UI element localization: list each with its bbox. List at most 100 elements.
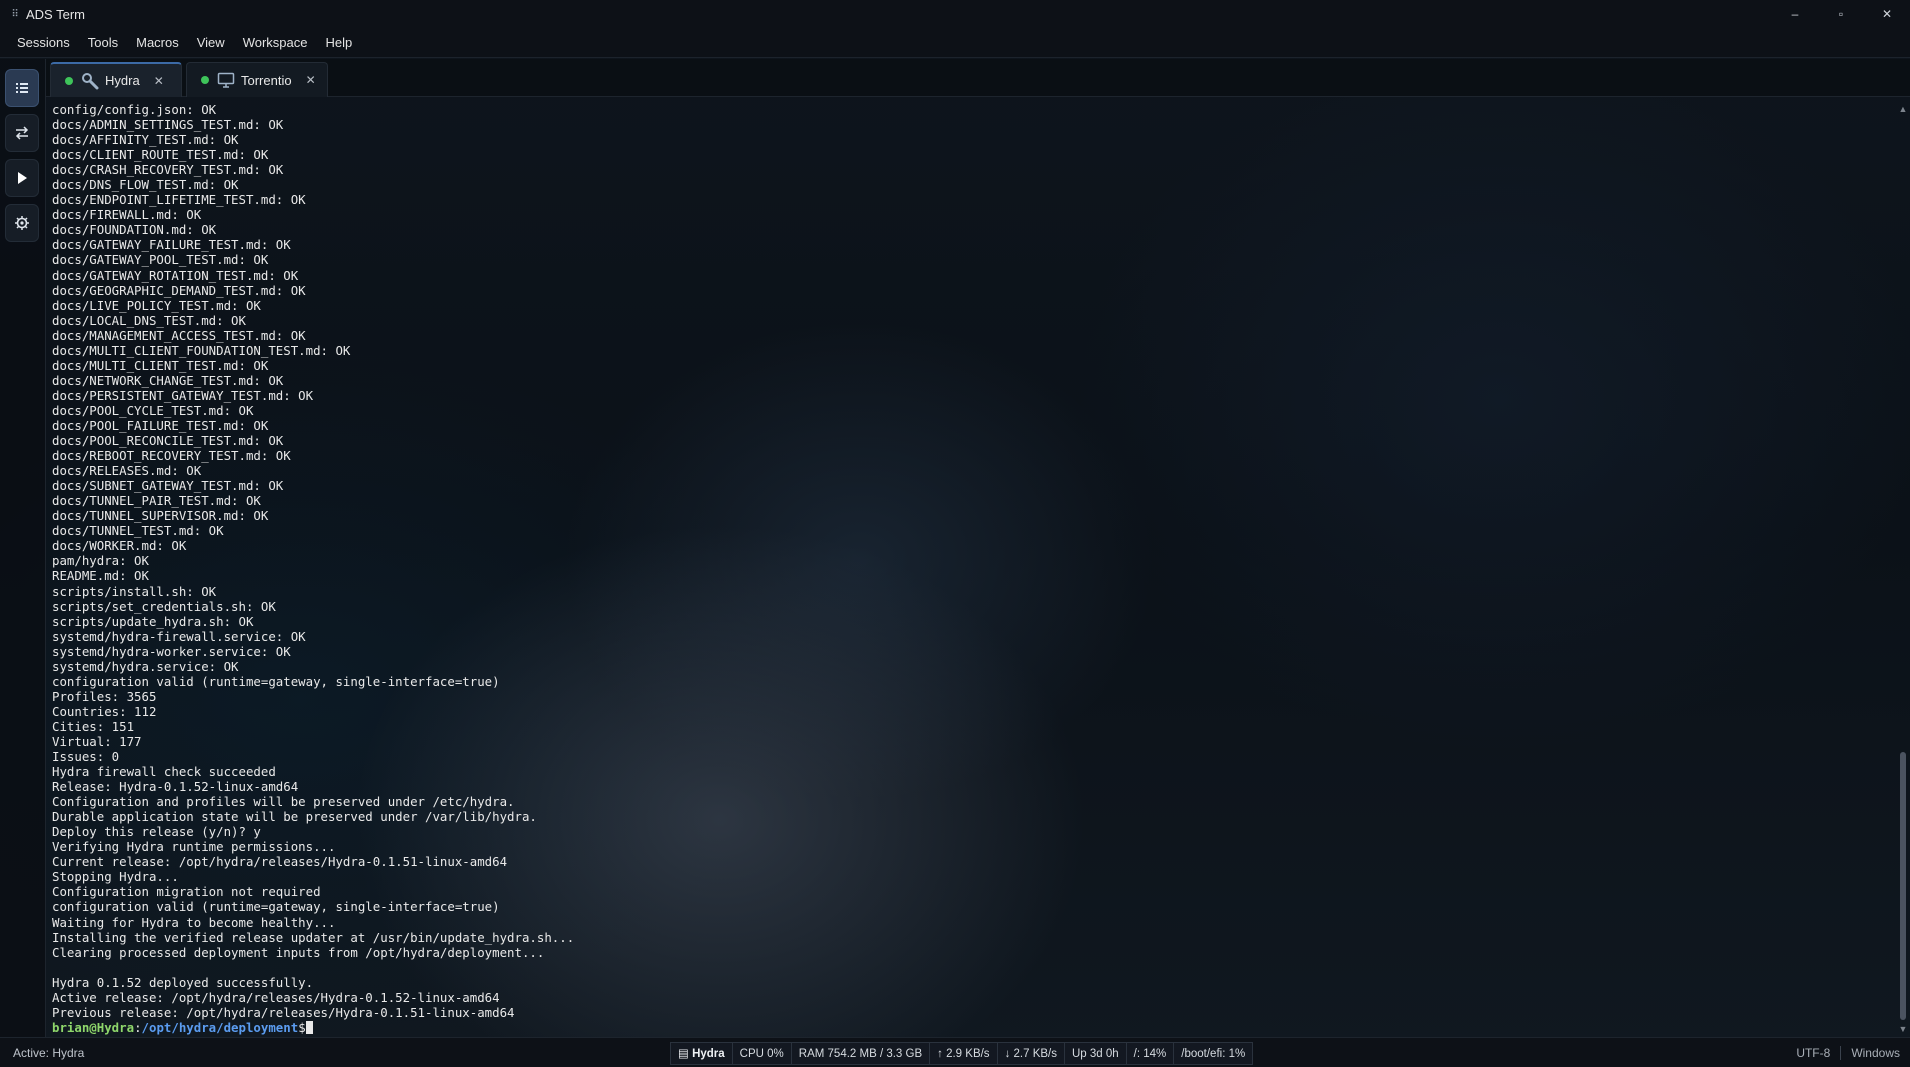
close-tab-icon[interactable]: ✕ (154, 74, 164, 88)
terminal-line: docs/REBOOT_RECOVERY_TEST.md: OK (52, 448, 291, 464)
terminal-line: docs/AFFINITY_TEST.md: OK (52, 132, 239, 148)
terminal-line: Virtual: 177 (52, 733, 142, 749)
terminal-line: docs/TUNNEL_TEST.md: OK (52, 523, 224, 539)
scroll-thumb[interactable] (1900, 752, 1906, 1020)
terminal-line: docs/MULTI_CLIENT_TEST.md: OK (52, 357, 269, 373)
terminal-line: docs/LOCAL_DNS_TEST.md: OK (52, 312, 246, 328)
terminal-line: docs/POOL_FAILURE_TEST.md: OK (52, 417, 269, 433)
terminal-line: docs/FIREWALL.md: OK (52, 207, 202, 223)
app-grid-icon: ⠿ (11, 8, 19, 20)
ram-stat: RAM 754.2 MB / 3.3 GB (791, 1042, 931, 1065)
encoding-status[interactable]: UTF-8 (1786, 1038, 1840, 1067)
terminal-output[interactable]: config/config.json: OK docs/ADMIN_SETTING… (52, 102, 1892, 1036)
terminal-line: docs/ADMIN_SETTINGS_TEST.md: OK (52, 117, 284, 133)
menu-macros[interactable]: Macros (127, 28, 188, 58)
terminal-line: systemd/hydra.service: OK (52, 658, 239, 674)
terminal-line: scripts/update_hydra.sh: OK (52, 613, 254, 629)
prompt-line[interactable]: brian@Hydra:/opt/hydra/deployment$ (52, 1020, 1892, 1035)
disk-root-stat: /: 14% (1126, 1042, 1175, 1065)
terminal-line: scripts/install.sh: OK (52, 583, 217, 599)
wrench-icon (81, 72, 99, 90)
terminal-scrollbar[interactable]: ▲ ▼ (1896, 102, 1910, 1036)
terminal-line: docs/GATEWAY_POOL_TEST.md: OK (52, 252, 269, 268)
terminal-line: docs/CLIENT_ROUTE_TEST.md: OK (52, 147, 269, 163)
terminal-line: docs/LIVE_POLICY_TEST.md: OK (52, 297, 261, 313)
prompt-symbol: $ (298, 1019, 306, 1035)
prompt-path: /opt/hydra/deployment (141, 1019, 299, 1035)
terminal-line: docs/MANAGEMENT_ACCESS_TEST.md: OK (52, 327, 306, 343)
prompt-separator: : (134, 1019, 142, 1035)
connected-status-dot (201, 76, 209, 84)
terminal-line: systemd/hydra-firewall.service: OK (52, 628, 306, 644)
title-bar: ⠿ ADS Term – ▫ ✕ (0, 0, 1910, 28)
terminal-line: Configuration migration not required (52, 884, 321, 900)
menu-help[interactable]: Help (316, 28, 361, 58)
close-window-button[interactable]: ✕ (1864, 0, 1910, 28)
left-sidebar (0, 59, 46, 1037)
terminal-line: Previous release: /opt/hydra/releases/Hy… (52, 1004, 515, 1020)
app-window: ⠿ ADS Term – ▫ ✕ Sessions Tools Macros V… (0, 0, 1910, 1067)
run-macro-button[interactable] (5, 159, 39, 197)
maximize-button[interactable]: ▫ (1818, 0, 1864, 28)
terminal-line: Durable application state will be preser… (52, 809, 537, 825)
terminal-line: configuration valid (runtime=gateway, si… (52, 673, 500, 689)
server-icon: ▤ (678, 1048, 693, 1060)
terminal-line: docs/PERSISTENT_GATEWAY_TEST.md: OK (52, 387, 314, 403)
terminal-line: docs/SUBNET_GATEWAY_TEST.md: OK (52, 478, 284, 494)
terminal-line: docs/POOL_CYCLE_TEST.md: OK (52, 402, 254, 418)
terminal-line: docs/DNS_FLOW_TEST.md: OK (52, 177, 239, 193)
scroll-up-arrow-icon[interactable]: ▲ (1898, 104, 1908, 114)
terminal-line: docs/GATEWAY_ROTATION_TEST.md: OK (52, 267, 299, 283)
menu-workspace[interactable]: Workspace (234, 28, 317, 58)
terminal-line: Hydra firewall check succeeded (52, 764, 276, 780)
terminal-line: docs/TUNNEL_PAIR_TEST.md: OK (52, 493, 261, 509)
tab-label: Hydra (105, 73, 140, 88)
terminal-line: Installing the verified release updater … (52, 929, 575, 945)
terminal-line: docs/GATEWAY_FAILURE_TEST.md: OK (52, 237, 291, 253)
menu-sessions[interactable]: Sessions (8, 28, 79, 58)
monitor-icon (217, 71, 235, 89)
terminal-line: scripts/set_credentials.sh: OK (52, 598, 276, 614)
terminal-line: Active release: /opt/hydra/releases/Hydr… (52, 989, 500, 1005)
settings-button[interactable] (5, 204, 39, 242)
upload-stat: ↑ 2.9 KB/s (930, 1042, 998, 1065)
download-stat: ↓ 2.7 KB/s (997, 1042, 1065, 1065)
minimize-button[interactable]: – (1772, 0, 1818, 28)
session-name: Hydra (692, 1048, 725, 1060)
tab-torrentio[interactable]: Torrentio ✕ (186, 62, 328, 97)
terminal-line: docs/POOL_RECONCILE_TEST.md: OK (52, 433, 284, 449)
gear-icon (15, 216, 29, 230)
prompt-user-host: brian@Hydra (52, 1019, 135, 1035)
terminal-line: Countries: 112 (52, 703, 157, 719)
session-stat: ▤ Hydra (670, 1042, 733, 1065)
terminal-line: systemd/hydra-worker.service: OK (52, 643, 291, 659)
window-controls: – ▫ ✕ (1772, 0, 1910, 28)
terminal-line: Clearing processed deployment inputs fro… (52, 944, 545, 960)
sessions-list-button[interactable] (5, 69, 39, 107)
close-tab-icon[interactable]: ✕ (306, 73, 316, 87)
transfer-button[interactable] (5, 114, 39, 152)
terminal-line: docs/NETWORK_CHANGE_TEST.md: OK (52, 372, 284, 388)
terminal-line: Current release: /opt/hydra/releases/Hyd… (52, 854, 508, 870)
window-title: ADS Term (26, 6, 85, 22)
terminal-line: Issues: 0 (52, 749, 120, 765)
terminal-line: config/config.json: OK (52, 102, 217, 117)
menu-tools[interactable]: Tools (79, 28, 127, 58)
tab-hydra[interactable]: Hydra ✕ (50, 62, 182, 97)
scroll-down-arrow-icon[interactable]: ▼ (1898, 1024, 1908, 1034)
terminal-line: docs/ENDPOINT_LIFETIME_TEST.md: OK (52, 192, 306, 208)
terminal-line: docs/TUNNEL_SUPERVISOR.md: OK (52, 508, 269, 524)
terminal-line: Release: Hydra-0.1.52-linux-amd64 (52, 779, 299, 795)
terminal-line: Waiting for Hydra to become healthy... (52, 914, 336, 930)
system-stats: ▤ Hydra CPU 0% RAM 754.2 MB / 3.3 GB ↑ 2… (670, 1042, 1254, 1065)
terminal-line: docs/MULTI_CLIENT_FOUNDATION_TEST.md: OK (52, 342, 351, 358)
terminal-line: docs/RELEASES.md: OK (52, 463, 202, 479)
status-bar: Active: Hydra ▤ Hydra CPU 0% RAM 754.2 M… (0, 1037, 1910, 1067)
terminal-line: Verifying Hydra runtime permissions... (52, 839, 336, 855)
terminal-line: README.md: OK (52, 568, 149, 584)
terminal-line: Hydra 0.1.52 deployed successfully. (52, 974, 314, 990)
platform-status[interactable]: Windows (1841, 1038, 1910, 1067)
menu-view[interactable]: View (188, 28, 234, 58)
terminal-line: docs/FOUNDATION.md: OK (52, 222, 217, 238)
